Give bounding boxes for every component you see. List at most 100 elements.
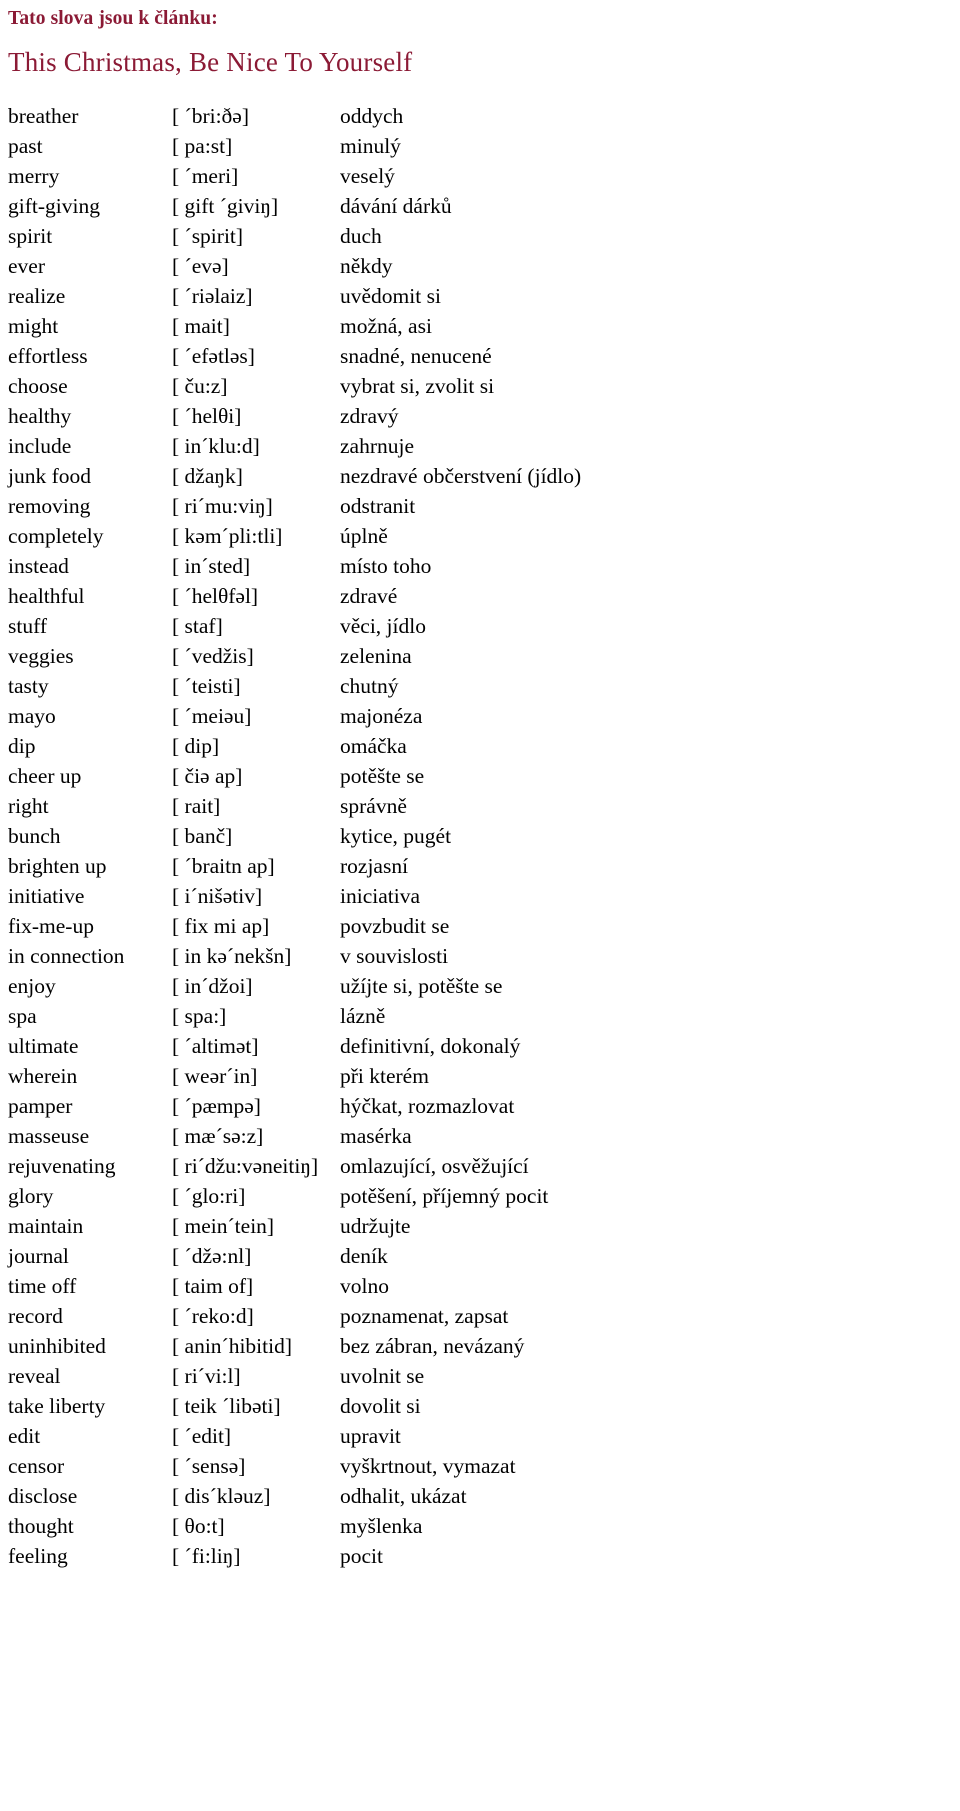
vocabulary-phonetic: [ ´pæmpə]: [172, 1093, 261, 1118]
table-row: merry [ ´meri] veselý: [8, 161, 960, 191]
vocabulary-meaning: majonéza: [340, 703, 423, 728]
vocabulary-phonetic: [ ´fi:liŋ]: [172, 1543, 241, 1568]
vocabulary-term: past: [8, 133, 43, 158]
vocabulary-term: include: [8, 433, 72, 458]
table-row: healthy [ ´helθi] zdravý: [8, 401, 960, 431]
vocabulary-meaning: snadné, nenucené: [340, 343, 492, 368]
vocabulary-term: spa: [8, 1003, 37, 1028]
vocabulary-term: completely: [8, 523, 104, 548]
table-row: journal [ ´džə:nl] deník: [8, 1241, 960, 1271]
vocabulary-term: right: [8, 793, 49, 818]
vocabulary-phonetic: [ ´spirit]: [172, 223, 244, 248]
table-row: mayo [ ´meiəu] majonéza: [8, 701, 960, 731]
vocabulary-meaning: dovolit si: [340, 1393, 421, 1418]
vocabulary-term: in connection: [8, 943, 125, 968]
vocabulary-phonetic: [ ´glo:ri]: [172, 1183, 246, 1208]
vocabulary-phonetic: [ ´riəlaiz]: [172, 283, 253, 308]
table-row: fix-me-up [ fix mi ap] povzbudit se: [8, 911, 960, 941]
vocabulary-phonetic: [ mein´tein]: [172, 1213, 275, 1238]
vocabulary-meaning: omáčka: [340, 733, 407, 758]
vocabulary-phonetic: [ spa:]: [172, 1003, 227, 1028]
table-row: glory [ ´glo:ri] potěšení, příjemný pocit: [8, 1181, 960, 1211]
table-row: gift-giving [ gift ´giviŋ] dávání dárků: [8, 191, 960, 221]
table-row: ultimate [ ´altimət] definitivní, dokonalý: [8, 1031, 960, 1061]
table-row: choose [ ču:z] vybrat si, zvolit si: [8, 371, 960, 401]
vocabulary-meaning: veselý: [340, 163, 395, 188]
vocabulary-meaning: správně: [340, 793, 407, 818]
vocabulary-meaning: nezdravé občerstvení (jídlo): [340, 463, 582, 488]
vocabulary-phonetic: [ ´efətləs]: [172, 343, 255, 368]
vocabulary-term: choose: [8, 373, 68, 398]
vocabulary-phonetic: [ dis´kləuz]: [172, 1483, 271, 1508]
table-row: in connection [ in kə´nekšn] v souvislosti: [8, 941, 960, 971]
vocabulary-term: dip: [8, 733, 36, 758]
vocabulary-term: wherein: [8, 1063, 78, 1088]
vocabulary-meaning: odhalit, ukázat: [340, 1483, 467, 1508]
table-row: initiative [ i´nišətiv] iniciativa: [8, 881, 960, 911]
vocabulary-term: healthful: [8, 583, 85, 608]
vocabulary-phonetic: [ banč]: [172, 823, 233, 848]
vocabulary-phonetic: [ ´sensə]: [172, 1453, 246, 1478]
table-row: might [ mait] možná, asi: [8, 311, 960, 341]
vocabulary-phonetic: [ in´klu:d]: [172, 433, 260, 458]
vocabulary-term: ever: [8, 253, 45, 278]
vocabulary-phonetic: [ ´meiəu]: [172, 703, 252, 728]
vocabulary-meaning: myšlenka: [340, 1513, 423, 1538]
vocabulary-term: journal: [8, 1243, 69, 1268]
vocabulary-meaning: lázně: [340, 1003, 386, 1028]
vocabulary-term: junk food: [8, 463, 92, 488]
vocabulary-meaning: uvědomit si: [340, 283, 441, 308]
vocabulary-term: record: [8, 1303, 63, 1328]
vocabulary-table-body: breather [ ´bri:ðə] oddych past [ pa:st] minu…: [8, 101, 960, 1571]
vocabulary-meaning: potěšte se: [340, 763, 425, 788]
vocabulary-term: gift-giving: [8, 193, 100, 218]
vocabulary-meaning: vyškrtnout, vymazat: [340, 1453, 516, 1478]
table-row: uninhibited [ anin´hibitid] bez zábran, ne…: [8, 1331, 960, 1361]
vocabulary-term: breather: [8, 103, 79, 128]
vocabulary-meaning: zelenina: [340, 643, 412, 668]
table-row: take liberty [ teik ´libəti] dovolit si: [8, 1391, 960, 1421]
vocabulary-phonetic: [ ´edit]: [172, 1423, 232, 1448]
vocabulary-meaning: možná, asi: [340, 313, 432, 338]
vocabulary-term: brighten up: [8, 853, 107, 878]
vocabulary-phonetic: [ ´meri]: [172, 163, 239, 188]
vocabulary-term: mayo: [8, 703, 56, 728]
vocabulary-phonetic: [ džaŋk]: [172, 463, 243, 488]
vocabulary-meaning: věci, jídlo: [340, 613, 426, 638]
vocabulary-phonetic: [ kəm´pli:tli]: [172, 523, 283, 548]
table-row: spirit [ ´spirit] duch: [8, 221, 960, 251]
document-page: Tato slova jsou k článku: This Christmas…: [0, 0, 960, 1811]
vocabulary-phonetic: [ teik ´libəti]: [172, 1393, 281, 1418]
vocabulary-term: disclose: [8, 1483, 78, 1508]
vocabulary-meaning: potěšení, příjemný pocit: [340, 1183, 549, 1208]
table-row: effortless [ ´efətləs] snadné, nenucené: [8, 341, 960, 371]
vocabulary-term: uninhibited: [8, 1333, 106, 1358]
table-row: masseuse [ mæ´sə:z] masérka: [8, 1121, 960, 1151]
vocabulary-table: breather [ ´bri:ðə] oddych past [ pa:st] minu…: [8, 101, 960, 1571]
vocabulary-term: merry: [8, 163, 60, 188]
vocabulary-meaning: definitivní, dokonalý: [340, 1033, 521, 1058]
vocabulary-term: spirit: [8, 223, 53, 248]
table-row: thought [ θo:t] myšlenka: [8, 1511, 960, 1541]
vocabulary-meaning: duch: [340, 223, 382, 248]
intro-line: Tato slova jsou k článku:: [8, 8, 218, 29]
vocabulary-meaning: zdravé: [340, 583, 398, 608]
vocabulary-phonetic: [ gift ´giviŋ]: [172, 193, 279, 218]
vocabulary-phonetic: [ čiə ap]: [172, 763, 243, 788]
vocabulary-phonetic: [ ´džə:nl]: [172, 1243, 252, 1268]
vocabulary-phonetic: [ fix mi ap]: [172, 913, 270, 938]
vocabulary-phonetic: [ weər´in]: [172, 1063, 258, 1088]
vocabulary-phonetic: [ in´sted]: [172, 553, 251, 578]
table-row: feeling [ ´fi:liŋ] pocit: [8, 1541, 960, 1571]
vocabulary-term: masseuse: [8, 1123, 90, 1148]
vocabulary-term: enjoy: [8, 973, 56, 998]
vocabulary-meaning: volno: [340, 1273, 389, 1298]
vocabulary-term: time off: [8, 1273, 77, 1298]
vocabulary-phonetic: [ anin´hibitid]: [172, 1333, 293, 1358]
table-row: include [ in´klu:d] zahrnuje: [8, 431, 960, 461]
table-row: cheer up [ čiə ap] potěšte se: [8, 761, 960, 791]
vocabulary-phonetic: [ ´teisti]: [172, 673, 241, 698]
vocabulary-meaning: udržujte: [340, 1213, 411, 1238]
table-row: breather [ ´bri:ðə] oddych: [8, 101, 960, 131]
table-row: enjoy [ in´džoi] užíjte si, potěšte se: [8, 971, 960, 1001]
